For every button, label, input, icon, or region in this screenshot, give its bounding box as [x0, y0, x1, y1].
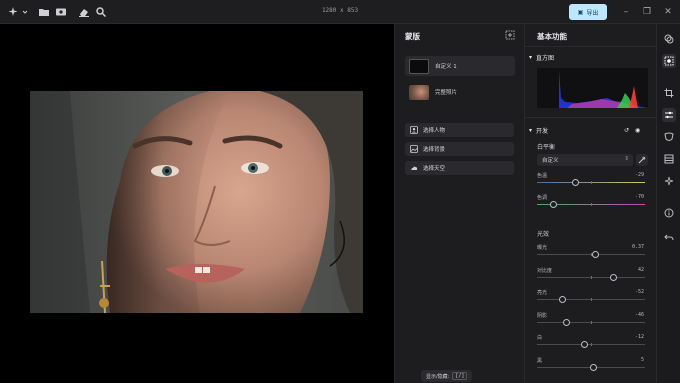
adjust-sliders-icon[interactable] — [662, 108, 676, 122]
select-sky-button[interactable]: 选择天空 — [405, 161, 514, 175]
export-icon: ▣ — [577, 8, 584, 16]
slider-value[interactable]: -70 — [635, 194, 644, 200]
shortcut-key: [/] — [452, 372, 468, 380]
slider-center-tick — [591, 298, 592, 301]
slider-value[interactable]: -52 — [635, 289, 644, 295]
top-toolbar: 1280 x 853 ▣ 导出 – ❐ ✕ — [0, 0, 680, 24]
full-photo-thumbnail — [409, 84, 429, 100]
slider-thumb[interactable] — [591, 251, 599, 258]
portrait-photo — [30, 91, 363, 313]
histogram-section-header[interactable]: ▾ 直方图 — [529, 53, 554, 62]
slider-thumb[interactable] — [549, 201, 557, 208]
mask-item-label: 完整照片 — [435, 90, 458, 96]
divider — [525, 117, 657, 118]
export-button[interactable]: ▣ 导出 — [569, 4, 607, 20]
grid-icon[interactable] — [662, 152, 676, 166]
slider-label: 曝光 — [537, 245, 548, 251]
select-sky-label: 选择天空 — [423, 166, 446, 172]
info-icon[interactable] — [662, 206, 676, 220]
divider — [525, 46, 657, 47]
collapse-chevron-icon: ▾ — [529, 127, 533, 134]
select-chevron-icon: ⇕ — [624, 156, 629, 162]
slider-label: 色调 — [537, 195, 548, 201]
slider-label: 白 — [537, 335, 543, 341]
slider-thumb[interactable] — [562, 318, 570, 326]
mask-tool-icon[interactable] — [662, 54, 676, 68]
slider-center-tick — [591, 181, 592, 184]
slider-thumb[interactable] — [559, 296, 567, 303]
slider-value[interactable]: -29 — [635, 172, 644, 178]
slider-center-tick — [591, 320, 592, 324]
slider-label: 阴影 — [537, 312, 548, 319]
slider-value[interactable]: 0.37 — [632, 244, 644, 250]
image-dimensions: 1280 x 853 — [321, 7, 359, 14]
develop-section-header[interactable]: ▾ 开发 ↺ ◉ — [529, 126, 653, 135]
close-icon[interactable]: ✕ — [662, 6, 674, 18]
slider-label: 色温 — [537, 173, 548, 179]
slider-value[interactable]: 5 — [641, 357, 644, 363]
shortcut-hint-label: 显示/隐藏: — [426, 373, 450, 380]
slider-thumb[interactable] — [590, 363, 598, 371]
develop-label: 开发 — [536, 128, 549, 135]
slider-label: 黑 — [537, 357, 543, 364]
adjustments-title: 基本功能 — [537, 32, 567, 41]
background-icon — [410, 145, 418, 153]
portrait-mask-icon[interactable] — [662, 130, 676, 144]
image-icon[interactable] — [55, 6, 67, 18]
light-label: 光效 — [537, 231, 550, 238]
photo-canvas[interactable] — [0, 24, 394, 383]
select-person-button[interactable]: 选择人物 — [405, 123, 514, 137]
histogram-label: 直方图 — [536, 55, 555, 62]
folder-icon[interactable] — [38, 6, 50, 18]
adjustments-panel: 基本功能 ▾ 直方图 ▾ 开发 ↺ ◉ 白平衡 自定义 ⇕ 光效 色温 -29 色调… — [524, 24, 657, 383]
slider-label: 对比度 — [537, 267, 553, 274]
layers-icon[interactable] — [662, 32, 676, 46]
person-icon — [410, 126, 418, 134]
crop-icon[interactable] — [662, 86, 676, 100]
restore-icon[interactable]: ❐ — [641, 6, 653, 18]
slider-thumb[interactable] — [610, 273, 618, 281]
mask-item-label: 自定义 1 — [435, 64, 457, 70]
sky-icon — [410, 164, 418, 172]
effects-sparkle-icon[interactable] — [662, 174, 676, 188]
collapse-chevron-icon: ▾ — [529, 54, 533, 61]
mask-item-custom-1[interactable]: 自定义 1 — [405, 56, 515, 76]
mask-thumbnail — [409, 58, 429, 74]
mask-panel-title: 蒙版 — [405, 32, 420, 41]
white-balance-label: 白平衡 — [537, 144, 556, 151]
mask-panel: 蒙版 自定义 1 完整照片 选择人物 选择背景 选择天空 — [394, 24, 524, 383]
slider-value[interactable]: -46 — [635, 312, 644, 318]
add-mask-icon[interactable] — [505, 30, 515, 40]
slider-center-tick — [591, 203, 592, 206]
slider-value[interactable]: -12 — [635, 334, 644, 340]
eyedropper-icon[interactable] — [636, 154, 648, 166]
slider-center-tick — [591, 343, 592, 346]
select-person-label: 选择人物 — [423, 128, 446, 134]
search-icon[interactable] — [95, 6, 107, 18]
white-balance-select[interactable]: 自定义 ⇕ — [537, 154, 633, 166]
white-balance-value: 自定义 — [542, 158, 559, 164]
mask-item-full-photo[interactable]: 完整照片 — [405, 82, 515, 102]
export-label: 导出 — [586, 9, 599, 17]
shortcut-hint: 显示/隐藏: [/] — [421, 370, 473, 382]
minimize-icon[interactable]: – — [620, 6, 632, 18]
chevron-down-icon[interactable] — [19, 6, 28, 18]
slider-value[interactable]: 42 — [638, 267, 644, 273]
slider-label: 亮光 — [537, 290, 548, 296]
eraser-icon[interactable] — [78, 6, 90, 18]
histogram — [537, 68, 648, 108]
select-background-button[interactable]: 选择背景 — [405, 142, 514, 156]
reset-icon[interactable]: ↺ — [624, 127, 629, 134]
slider-thumb[interactable] — [581, 341, 589, 348]
tool-strip — [656, 24, 680, 383]
select-background-label: 选择背景 — [423, 147, 446, 153]
slider-thumb[interactable] — [571, 179, 579, 186]
slider-center-tick — [591, 275, 592, 279]
undo-icon[interactable] — [662, 230, 676, 244]
eye-icon[interactable]: ◉ — [635, 127, 640, 134]
